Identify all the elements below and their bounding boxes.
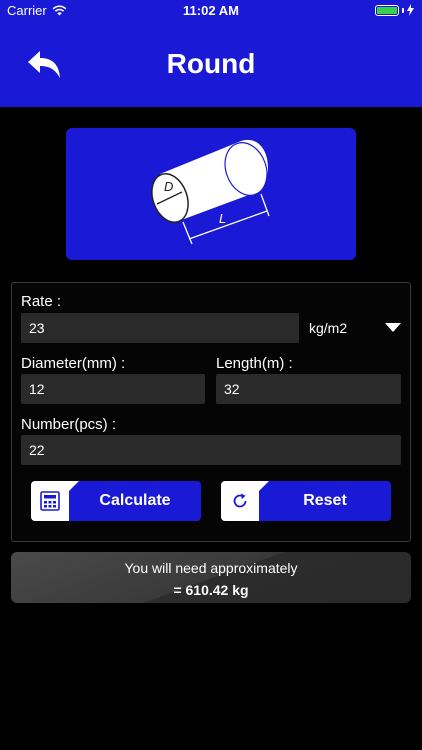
page-title: Round	[166, 48, 256, 79]
status-time: 11:02 AM	[183, 3, 239, 18]
status-bar: Carrier 11:02 AM	[0, 0, 422, 22]
diameter-label: Diameter(mm) :	[21, 355, 126, 372]
refresh-icon	[233, 493, 247, 508]
reset-button[interactable]: Reset	[221, 481, 391, 521]
calculate-button[interactable]: Calculate	[31, 481, 201, 521]
result-caption: You will need approximately	[124, 560, 298, 576]
reset-label: Reset	[303, 492, 347, 509]
battery-indicator	[375, 4, 414, 16]
cylinder-diagram: D L	[151, 139, 270, 245]
length-label: Length(m) :	[216, 355, 293, 372]
length-letter: L	[219, 211, 226, 226]
battery-icon	[375, 4, 399, 16]
nav-bar: Round	[0, 22, 422, 107]
round-bar-illustration: D L	[66, 128, 356, 260]
charging-bolt-icon	[407, 4, 414, 16]
rate-unit-value: kg/m2	[309, 320, 348, 336]
number-label: Number(pcs) :	[21, 416, 117, 433]
calculate-label: Calculate	[99, 492, 171, 509]
rate-input[interactable]	[21, 313, 299, 343]
calculator-icon	[40, 491, 60, 511]
number-input[interactable]	[21, 435, 401, 465]
length-input[interactable]	[216, 374, 401, 404]
chevron-down-icon	[385, 323, 401, 332]
result-value: = 610.42 kg	[173, 582, 249, 598]
diameter-letter: D	[164, 179, 173, 194]
rate-unit-select[interactable]: kg/m2	[309, 315, 404, 343]
rate-label: Rate :	[21, 293, 62, 310]
result-box: You will need approximately = 610.42 kg	[11, 552, 411, 603]
diameter-input[interactable]	[21, 374, 205, 404]
